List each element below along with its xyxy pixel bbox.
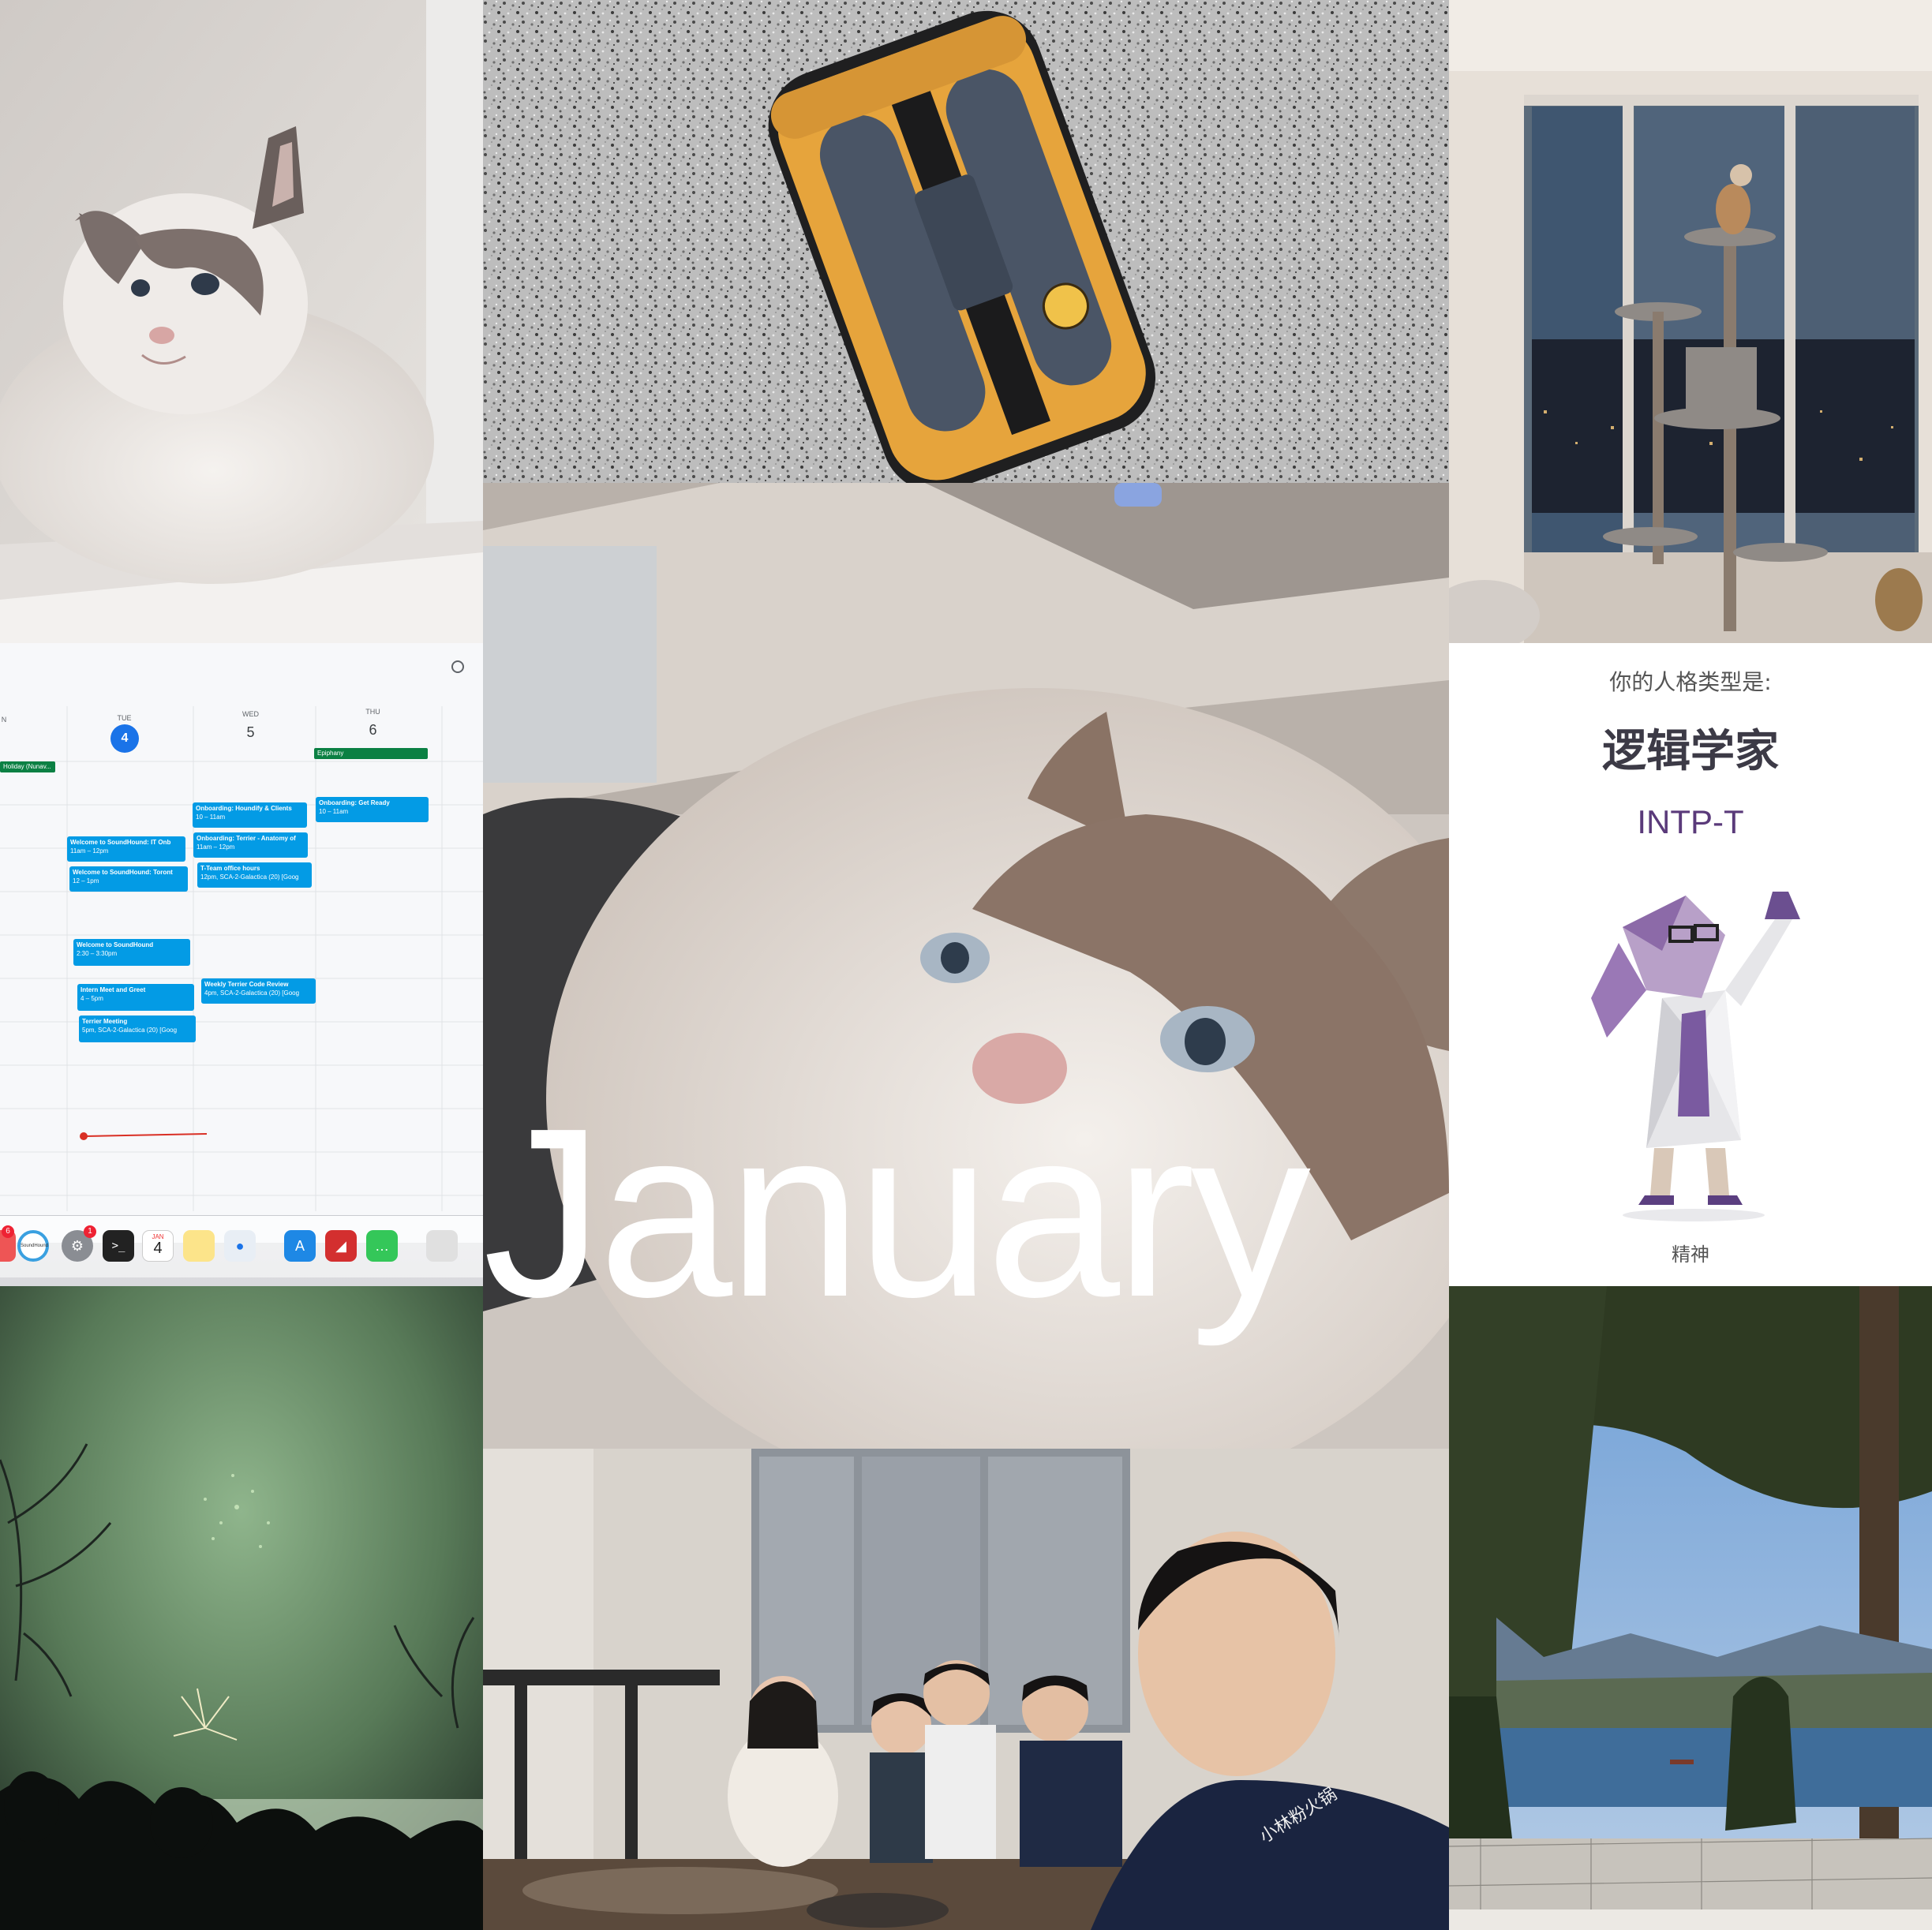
photo-cat-carrier-bag: [483, 0, 1449, 483]
acrobat-icon[interactable]: ◢: [325, 1230, 357, 1262]
calendar-view: N TUE 4 WED 5 THU 6 Holiday (Nunav... Ep…: [0, 643, 483, 1243]
calendar-app-icon[interactable]: JAN 4: [142, 1230, 174, 1262]
photo-ragdoll-cat-closeup: January: [483, 483, 1449, 1449]
app-store-icon[interactable]: A: [284, 1230, 316, 1262]
calendar-dow-thu: THU: [365, 708, 380, 716]
calendar-allday-epiphany[interactable]: Epiphany: [314, 748, 428, 759]
calendar-event[interactable]: Weekly Terrier Code Review 4pm, SCA-2-Gal…: [201, 978, 316, 1004]
photo-friends-selfie-dinner: 小林粉火锅: [483, 1449, 1449, 1930]
calendar-event[interactable]: Welcome to SoundHound: Toront 12 – 1pm: [69, 866, 188, 892]
calendar-today-date[interactable]: 4: [110, 724, 139, 753]
calendar-dow-tue: TUE: [117, 714, 132, 722]
soundhound-app-icon[interactable]: SoundHound: [17, 1230, 49, 1262]
month-title: January: [483, 1078, 1311, 1347]
calendar-date-wed[interactable]: 5: [237, 724, 264, 741]
personality-type-code: INTP-T: [1637, 803, 1744, 840]
search-icon[interactable]: [451, 660, 464, 673]
calendar-allday-holiday[interactable]: Holiday (Nunav...: [0, 761, 55, 772]
photo-fireworks-night: [0, 1286, 483, 1930]
logician-character-illustration: [1575, 880, 1812, 1227]
calendar-dow-wed: WED: [242, 710, 259, 718]
calendar-date-thu[interactable]: 6: [359, 722, 387, 739]
calendar-event[interactable]: Onboarding: Houndify & Clients 10 – 11am: [193, 802, 307, 828]
photo-google-calendar-screen: N TUE 4 WED 5 THU 6 Holiday (Nunav... Ep…: [0, 643, 483, 1286]
calendar-event[interactable]: Welcome to SoundHound 2:30 – 3:30pm: [73, 939, 190, 966]
app-icon[interactable]: 6: [0, 1225, 16, 1262]
calendar-event[interactable]: Intern Meet and Greet 4 – 5pm: [77, 984, 194, 1011]
messages-icon[interactable]: …: [366, 1230, 398, 1262]
documents-icon[interactable]: [426, 1230, 458, 1262]
settings-icon[interactable]: ⚙ 1: [62, 1225, 96, 1262]
calendar-event[interactable]: Onboarding: Terrier - Anatomy of 11am – 1…: [193, 832, 308, 858]
notes-icon[interactable]: [183, 1230, 215, 1262]
microphone-icon[interactable]: ●: [224, 1230, 256, 1262]
personality-footer-label: 精神: [1672, 1244, 1709, 1266]
personality-test-result: 你的人格类型是: 逻辑学家 INTP-T 精神: [1449, 643, 1932, 1286]
photo-ragdoll-cat-portrait: [0, 0, 483, 643]
photo-cat-on-cat-tree: [1449, 0, 1932, 643]
terminal-icon[interactable]: >_: [103, 1230, 134, 1262]
macos-dock: 6 SoundHound ⚙ 1 >_ JAN 4 ● A ◢ …: [0, 1215, 483, 1277]
calendar-event[interactable]: Onboarding: Get Ready 10 – 11am: [316, 797, 429, 822]
photo-forest-bay-view: [1449, 1286, 1932, 1930]
calendar-left-stub-dow: N: [1, 716, 7, 724]
calendar-event[interactable]: Welcome to SoundHound: IT Onb 11am – 12pm: [67, 836, 185, 862]
calendar-event[interactable]: T-Team office hours 12pm, SCA-2-Galactica…: [197, 862, 312, 888]
calendar-event[interactable]: Terrier Meeting 5pm, SCA-2-Galactica (20)…: [79, 1015, 196, 1042]
personality-type-name: 逻辑学家: [1602, 726, 1779, 777]
personality-heading: 你的人格类型是:: [1609, 669, 1772, 695]
